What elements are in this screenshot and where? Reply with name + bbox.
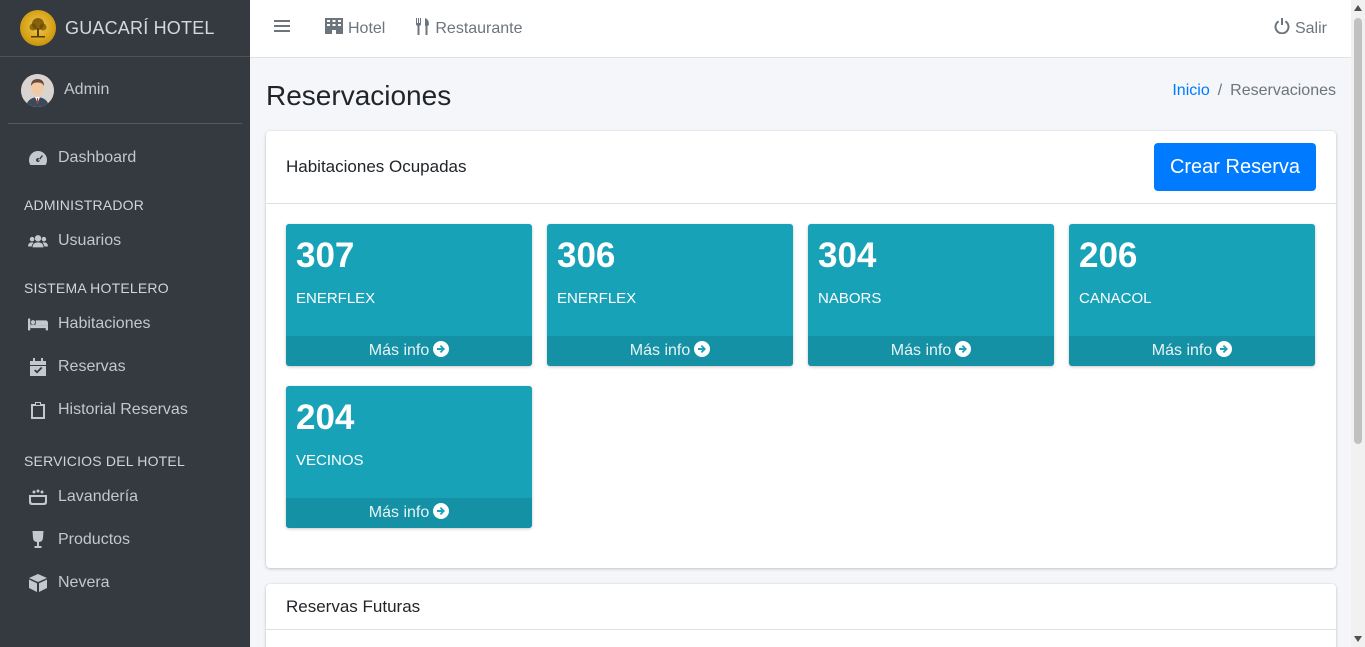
page-scrollbar[interactable]: [1351, 0, 1365, 647]
more-info-link[interactable]: Más info: [286, 336, 532, 366]
scrollbar-thumb[interactable]: [1354, 18, 1362, 444]
breadcrumb-current: Reservaciones: [1230, 82, 1336, 99]
card-title: Habitaciones Ocupadas: [286, 157, 467, 176]
sidebar-item-reservas[interactable]: Reservas: [0, 345, 250, 388]
box-icon: [26, 573, 50, 593]
sidebar-item-label: Usuarios: [58, 231, 122, 249]
calendar-check-icon: [26, 357, 50, 377]
content-header: Reservaciones Inicio / Reservaciones: [266, 58, 1336, 128]
sidebar-header-servicios: SERVICIOS DEL HOTEL: [24, 453, 185, 469]
room-number: 204: [296, 398, 355, 437]
scroll-up-arrow-icon[interactable]: [1354, 5, 1362, 11]
breadcrumb-home-link[interactable]: Inicio: [1172, 82, 1209, 99]
arrow-circle-right-icon: [690, 340, 711, 362]
room-company: VECINOS: [296, 452, 364, 469]
clipboard-icon: [26, 400, 50, 420]
nav-link-hotel[interactable]: Hotel: [325, 18, 385, 39]
more-info-label: Más info: [1151, 342, 1213, 359]
room-box-206: 206 CANACOL Más info: [1069, 224, 1315, 366]
more-info-link[interactable]: Más info: [808, 336, 1054, 366]
sidebar-item-label: Historial Reservas: [58, 400, 188, 418]
room-number: 206: [1079, 236, 1138, 275]
create-reservation-button[interactable]: Crear Reserva: [1153, 143, 1316, 191]
sidebar-item-dashboard[interactable]: Dashboard: [0, 136, 250, 179]
room-box-304: 304 NABORS Más info: [808, 224, 1054, 366]
sidebar-item-label: Habitaciones: [58, 314, 151, 332]
avatar: [21, 73, 54, 107]
page-title: Reservaciones: [266, 80, 452, 111]
arrow-circle-right-icon: [1212, 340, 1233, 362]
breadcrumb-separator: /: [1217, 82, 1223, 99]
bed-icon: [26, 314, 50, 334]
hotel-logo-icon: [20, 10, 56, 46]
menu-toggle-button[interactable]: [274, 19, 295, 38]
brand-link[interactable]: GUACARÍ HOTEL: [0, 0, 250, 57]
card-header: Habitaciones Ocupadas Crear Reserva: [266, 131, 1336, 204]
sidebar-item-historial[interactable]: Historial Reservas: [0, 388, 250, 431]
user-panel[interactable]: Admin: [8, 57, 242, 124]
room-company: ENERFLEX: [557, 290, 637, 307]
sidebar-item-productos[interactable]: Productos: [0, 518, 250, 561]
more-info-label: Más info: [368, 342, 430, 359]
sidebar-item-label: Reservas: [58, 357, 126, 375]
room-number: 307: [296, 236, 355, 275]
top-navbar: Hotel Restaurante Salir: [250, 0, 1351, 58]
arrow-circle-right-icon: [429, 502, 450, 524]
sidebar: GUACARÍ HOTEL Admin Dashboard ADMINISTRA…: [0, 0, 250, 647]
more-info-label: Más info: [368, 504, 430, 521]
utensils-icon: [416, 17, 435, 40]
tachometer-icon: [26, 148, 50, 168]
more-info-label: Más info: [629, 342, 691, 359]
logout-label: Salir: [1294, 19, 1327, 37]
logout-link[interactable]: Salir: [1274, 18, 1327, 39]
sidebar-item-lavanderia[interactable]: Lavandería: [0, 475, 250, 518]
sidebar-item-habitaciones[interactable]: Habitaciones: [0, 302, 250, 345]
sidebar-item-label: Dashboard: [58, 148, 137, 166]
sidebar-item-usuarios[interactable]: Usuarios: [0, 219, 250, 262]
arrow-circle-right-icon: [429, 340, 450, 362]
room-number: 304: [818, 236, 877, 275]
user-name: Admin: [64, 81, 110, 98]
more-info-link[interactable]: Más info: [286, 498, 532, 528]
sidebar-header-admin: ADMINISTRADOR: [24, 197, 145, 213]
scroll-down-arrow-icon[interactable]: [1354, 636, 1362, 642]
sidebar-header-sistema: SISTEMA HOTELERO: [24, 280, 169, 296]
sidebar-nav: Dashboard ADMINISTRADOR Usuarios SISTEMA…: [0, 124, 250, 604]
breadcrumb: Inicio / Reservaciones: [1172, 82, 1336, 100]
room-box-307: 307 ENERFLEX Más info: [286, 224, 532, 366]
more-info-label: Más info: [890, 342, 952, 359]
power-icon: [1274, 18, 1295, 39]
more-info-link[interactable]: Más info: [1069, 336, 1315, 366]
nav-link-restaurante-label: Restaurante: [435, 19, 523, 37]
room-box-204: 204 VECINOS Más info: [286, 386, 532, 528]
users-icon: [26, 231, 50, 251]
brand-name: GUACARÍ HOTEL: [65, 17, 215, 38]
card-title: Reservas Futuras: [286, 596, 421, 616]
sidebar-item-nevera[interactable]: Nevera: [0, 561, 250, 604]
room-company: CANACOL: [1079, 290, 1152, 307]
arrow-circle-right-icon: [951, 340, 972, 362]
room-box-306: 306 ENERFLEX Más info: [547, 224, 793, 366]
glass-icon: [26, 530, 50, 550]
building-icon: [325, 18, 348, 39]
sidebar-item-label: Nevera: [58, 573, 110, 591]
sidebar-item-label: Lavandería: [58, 487, 139, 505]
room-company: ENERFLEX: [296, 290, 376, 307]
future-reservations-card: Reservas Futuras: [266, 584, 1336, 647]
laundry-icon: [26, 487, 50, 507]
nav-link-hotel-label: Hotel: [348, 19, 386, 37]
sidebar-item-label: Productos: [58, 530, 131, 548]
nav-link-restaurante[interactable]: Restaurante: [416, 17, 523, 40]
occupied-rooms-card: Habitaciones Ocupadas Crear Reserva 307 …: [266, 131, 1336, 568]
room-company: NABORS: [818, 290, 882, 307]
card-header: Reservas Futuras: [266, 584, 1336, 630]
room-number: 306: [557, 236, 616, 275]
more-info-link[interactable]: Más info: [547, 336, 793, 366]
hamburger-icon: [274, 19, 295, 38]
